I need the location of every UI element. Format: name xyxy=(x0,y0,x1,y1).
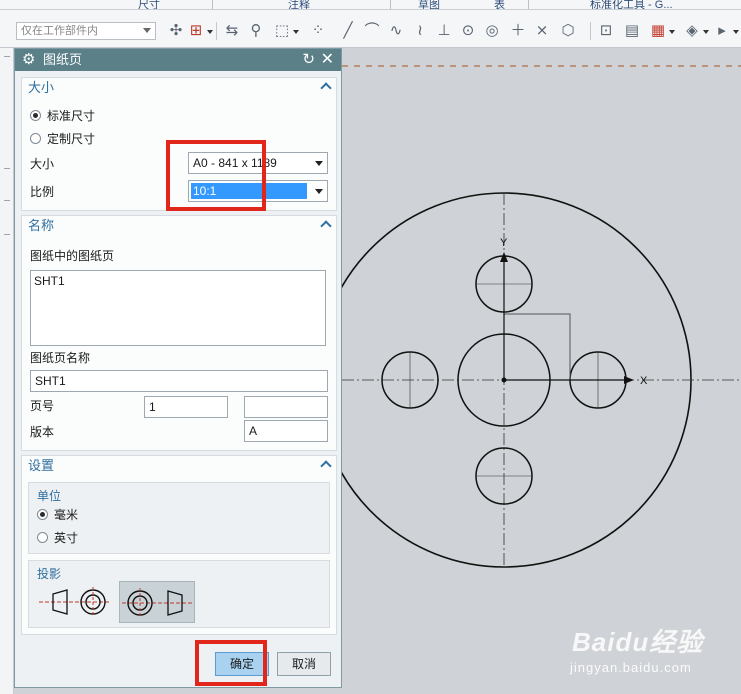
drawing-canvas[interactable]: Y X xyxy=(342,48,741,694)
selection-scope-dropdown[interactable]: 仅在工作部件内 xyxy=(16,22,156,40)
radio-button[interactable] xyxy=(30,133,41,144)
scale-label: 比例 xyxy=(30,185,55,199)
origin-point xyxy=(501,377,507,383)
left-resource-strip xyxy=(0,48,14,694)
quadrant-icon[interactable]: ◎ xyxy=(482,21,502,41)
close-icon[interactable]: ✕ xyxy=(321,49,334,71)
move-object-icon[interactable]: ⇆ xyxy=(222,21,242,41)
page-number-input[interactable]: 1 xyxy=(144,396,228,418)
strip-tick xyxy=(4,56,10,57)
chevron-up-icon[interactable] xyxy=(320,460,332,472)
radio-unit-inch[interactable]: 英寸 xyxy=(37,530,78,546)
arc-icon[interactable]: ⌒ xyxy=(362,21,382,41)
page-number-extra-input[interactable] xyxy=(244,396,328,418)
quick-pick-icon[interactable]: ⊞ xyxy=(186,21,213,41)
ribbon-group-table: 表 xyxy=(494,0,505,10)
circle-center-icon[interactable]: ⊙ xyxy=(458,21,478,41)
ribbon-separator xyxy=(212,0,213,9)
ribbon-group-sketch: 草图 xyxy=(418,0,440,10)
chevron-up-icon[interactable] xyxy=(320,82,332,94)
ribbon-group-annotation: 注释 xyxy=(288,0,310,10)
sheet-list-item[interactable]: SHT1 xyxy=(34,274,322,288)
size-label: 大小 xyxy=(30,157,55,171)
y-axis-label: Y xyxy=(500,237,508,249)
radio-standard-size[interactable]: 标准尺寸 xyxy=(30,108,95,124)
radio-unit-mm[interactable]: 毫米 xyxy=(37,507,78,523)
toolbar-separator xyxy=(590,22,591,40)
table-editor-icon[interactable]: ▤ xyxy=(622,21,642,41)
zoom-window-icon[interactable]: ⊡ xyxy=(596,21,616,41)
parts-list-icon[interactable]: ▦ xyxy=(648,21,675,41)
third-angle-projection-button[interactable] xyxy=(119,581,195,623)
gear-icon: ⚙ xyxy=(22,51,36,68)
crosshair-icon[interactable]: ＋ xyxy=(508,21,528,41)
chevron-down-icon xyxy=(143,28,151,33)
third-angle-projection-icon xyxy=(122,588,194,618)
units-subsection: 单位 毫米 英寸 xyxy=(28,482,330,554)
ribbon-separator xyxy=(528,0,529,9)
projection-subsection: 投影 xyxy=(28,560,330,628)
name-section: 名称 图纸中的图纸页 SHT1 图纸页名称 SHT1 页号 1 版本 A xyxy=(21,215,337,451)
settings-section-header[interactable]: 设置 xyxy=(22,456,336,476)
chevron-up-icon[interactable] xyxy=(320,220,332,232)
perpendicular-icon[interactable]: ⊥ xyxy=(434,21,454,41)
name-section-title: 名称 xyxy=(28,218,55,233)
settings-section-title: 设置 xyxy=(28,458,55,473)
chevron-down-icon xyxy=(315,189,323,194)
strip-tick xyxy=(4,200,10,201)
drawing-svg: Y X xyxy=(342,65,741,568)
strip-tick xyxy=(4,234,10,235)
point-icon[interactable]: ⁘ xyxy=(308,21,328,41)
sheets-list[interactable]: SHT1 xyxy=(30,270,326,346)
dialog-title: 图纸页 xyxy=(43,52,83,67)
toolbar-separator xyxy=(216,22,217,40)
ribbon-group-dimension: 尺寸 xyxy=(138,0,160,10)
projection-title: 投影 xyxy=(37,567,62,581)
name-section-header[interactable]: 名称 xyxy=(22,216,336,236)
revision-label: 版本 xyxy=(30,425,55,439)
select-box-icon[interactable]: ⬚ xyxy=(272,21,299,41)
mesh-icon[interactable]: ⬡ xyxy=(558,21,578,41)
curve-icon[interactable]: ∿ xyxy=(386,21,406,41)
units-title: 单位 xyxy=(37,489,62,503)
settings-section: 设置 单位 毫米 英寸 投影 xyxy=(21,455,337,635)
size-section-title: 大小 xyxy=(28,80,55,95)
radio-button[interactable] xyxy=(37,532,48,543)
sheet-name-input[interactable]: SHT1 xyxy=(30,370,328,392)
dialog-title-bar[interactable]: ⚙ 图纸页 ↻ ✕ xyxy=(15,49,341,71)
radio-custom-size[interactable]: 定制尺寸 xyxy=(30,131,95,147)
first-angle-projection-button[interactable] xyxy=(37,581,113,623)
ribbon-separator xyxy=(390,0,391,9)
chevron-down-icon xyxy=(315,161,323,166)
ribbon-group-bar: 尺寸 注释 草图 表 标准化工具 - G... xyxy=(0,0,741,10)
reset-icon[interactable]: ↻ xyxy=(302,49,315,71)
line-icon[interactable]: ╱ xyxy=(338,21,358,41)
render-icon[interactable]: ◈ xyxy=(682,21,709,41)
ribbon-group-standard-tools: 标准化工具 - G... xyxy=(590,0,673,10)
filter-icon[interactable]: ⚲ xyxy=(246,21,266,41)
radio-button-checked[interactable] xyxy=(37,509,48,520)
first-angle-projection-icon xyxy=(39,587,111,617)
sheet-name-label: 图纸页名称 xyxy=(30,351,91,365)
x-axis-arrow xyxy=(624,376,634,384)
intersection-icon[interactable]: ⨯ xyxy=(532,21,552,41)
revision-input[interactable]: A xyxy=(244,420,328,442)
size-section-header[interactable]: 大小 xyxy=(22,78,336,98)
snap-point-icon[interactable]: ✣ xyxy=(166,21,186,41)
x-axis-label: X xyxy=(640,375,648,387)
y-axis-arrow xyxy=(500,252,508,262)
selection-scope-value: 仅在工作部件内 xyxy=(21,25,98,37)
sheets-in-drawing-label: 图纸中的图纸页 xyxy=(30,249,115,263)
toolbar: 仅在工作部件内 ✣ ⊞ ⇆ ⚲ ⬚ ⁘ ╱ ⌒ ∿ ≀ ⊥ ⊙ ◎ ＋ ⨯ ⬡ … xyxy=(0,10,741,48)
strip-tick xyxy=(4,168,10,169)
highlight-box-size-scale xyxy=(166,140,266,211)
cancel-button[interactable]: 取消 xyxy=(277,652,331,676)
highlight-box-ok xyxy=(195,640,267,686)
spline-icon[interactable]: ≀ xyxy=(410,21,430,41)
radio-button-checked[interactable] xyxy=(30,110,41,121)
page-number-label: 页号 xyxy=(30,399,55,413)
more-tools-icon[interactable]: ▸ xyxy=(712,21,739,41)
